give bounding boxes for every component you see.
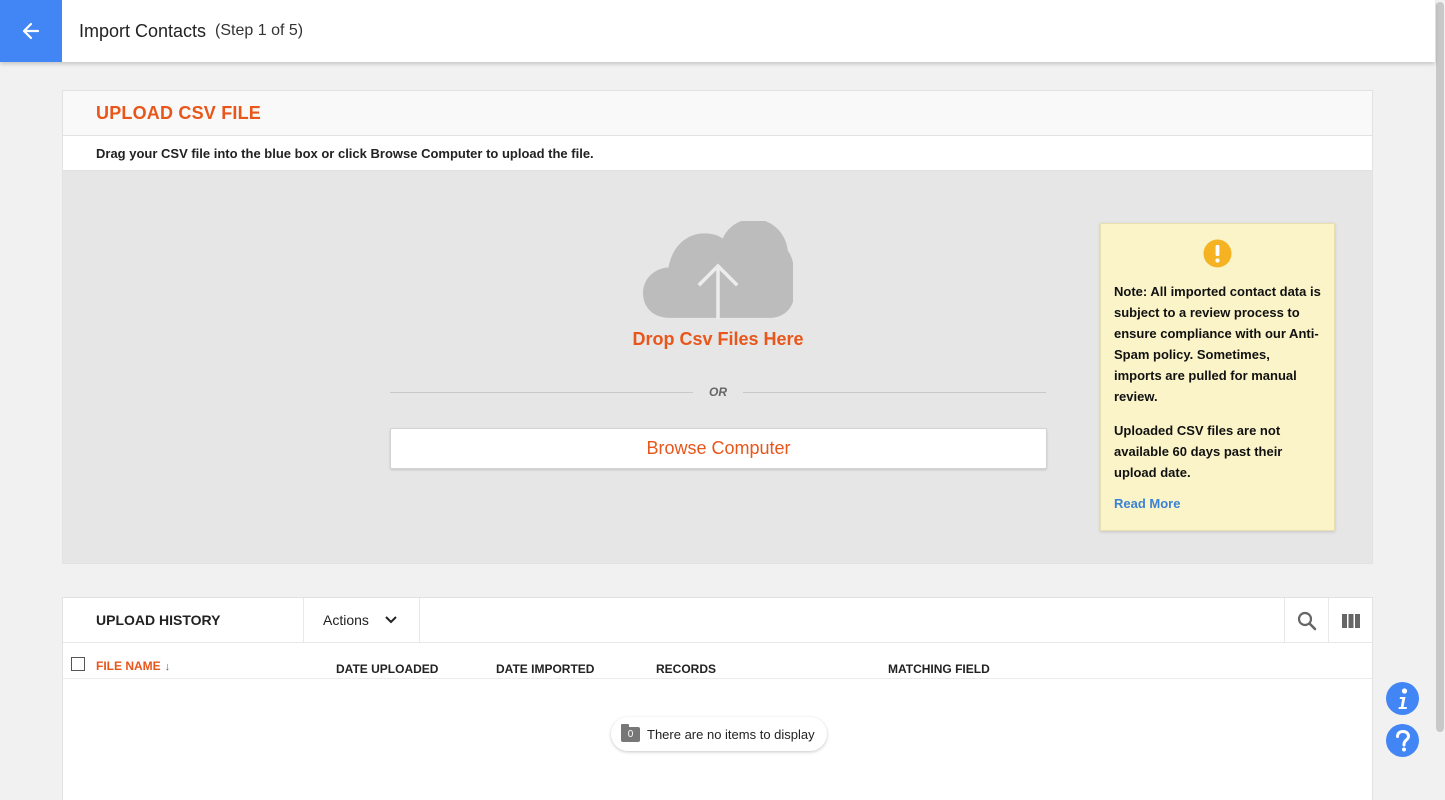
divider-line-left (390, 391, 693, 393)
upload-panel-header: UPLOAD CSV FILE (63, 91, 1372, 136)
note-retention-text: Uploaded CSV files are not available 60 … (1114, 423, 1283, 480)
upload-csv-panel: UPLOAD CSV FILE Drag your CSV file into … (62, 90, 1373, 564)
read-more-link[interactable]: Read More (1114, 496, 1180, 511)
help-button[interactable] (1386, 724, 1419, 757)
column-header-matching-field[interactable]: MATCHING FIELD (888, 662, 990, 676)
select-all-checkbox[interactable] (71, 657, 85, 671)
scrollbar-thumb[interactable] (1436, 2, 1444, 732)
step-indicator: (Step 1 of 5) (215, 22, 304, 39)
search-button[interactable] (1284, 598, 1328, 643)
info-icon (1398, 687, 1407, 709)
column-header-date-uploaded[interactable]: DATE UPLOADED (336, 662, 438, 676)
browse-computer-button[interactable]: Browse Computer (390, 428, 1047, 469)
top-bar: Import Contacts (Step 1 of 5) (0, 0, 1435, 62)
table-header-row: FILE NAME ↓ DATE UPLOADED DATE IMPORTED R… (63, 643, 1372, 679)
cloud-upload-icon (643, 221, 793, 319)
scrollbar[interactable] (1435, 0, 1445, 800)
columns-icon (1341, 613, 1360, 628)
empty-state-text: There are no items to display (647, 726, 815, 742)
folder-count-icon: 0 (621, 723, 640, 742)
question-icon (1395, 729, 1410, 751)
history-toolbar: UPLOAD HISTORY Actions (63, 597, 1372, 643)
file-name-label: FILE NAME (96, 659, 161, 673)
history-title: UPLOAD HISTORY (63, 597, 304, 643)
divider-line-right (743, 391, 1046, 393)
column-header-records[interactable]: RECORDS (656, 662, 716, 676)
columns-button[interactable] (1328, 598, 1372, 643)
or-divider: OR (390, 383, 1046, 401)
chevron-down-icon (385, 616, 397, 624)
info-button[interactable] (1386, 682, 1419, 715)
search-icon (1297, 611, 1316, 630)
actions-label: Actions (323, 612, 369, 628)
arrow-left-icon (22, 22, 40, 40)
note-icon-wrap (1114, 239, 1321, 268)
empty-state-message: 0 There are no items to display (611, 717, 827, 751)
drop-files-label: Drop Csv Files Here (632, 329, 804, 349)
or-label: OR (709, 385, 727, 399)
sort-descending-icon: ↓ (164, 661, 171, 673)
page-title: Import Contacts (79, 20, 207, 41)
column-header-file-name[interactable]: FILE NAME ↓ (96, 659, 170, 673)
file-drop-zone[interactable]: Drop Csv Files Here OR Browse Computer N… (63, 171, 1372, 563)
note-review-text: Note: All imported contact data is subje… (1114, 284, 1321, 404)
upload-panel-title: UPLOAD CSV FILE (96, 102, 262, 123)
upload-instructions: Drag your CSV file into the blue box or … (63, 136, 1372, 171)
column-header-date-imported[interactable]: DATE IMPORTED (496, 662, 594, 676)
back-button[interactable] (0, 0, 62, 62)
note-box: Note: All imported contact data is subje… (1100, 223, 1335, 531)
upload-history-panel: UPLOAD HISTORY Actions FILE NAME ↓ DATE … (62, 597, 1373, 800)
warning-icon (1203, 239, 1232, 268)
actions-dropdown[interactable]: Actions (304, 597, 420, 643)
